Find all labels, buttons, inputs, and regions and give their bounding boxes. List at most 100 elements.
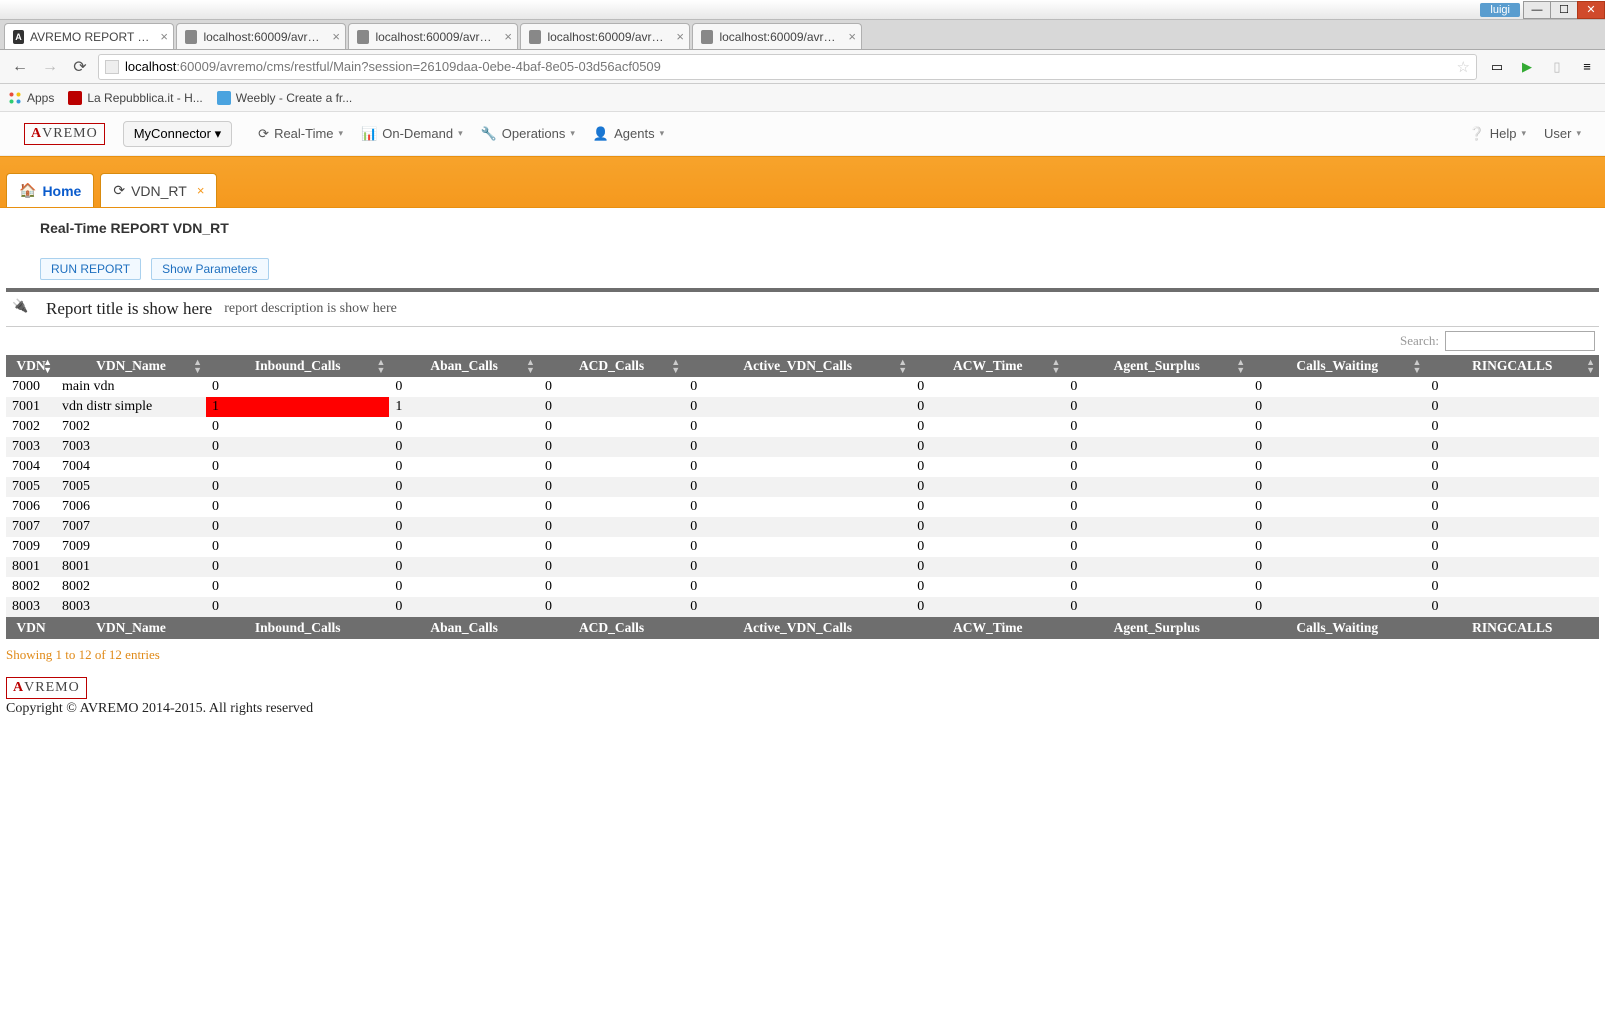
forward-button[interactable]: →: [38, 55, 62, 79]
menu-realtime[interactable]: ⟳Real-Time▾: [258, 126, 343, 142]
page-tabbar: 🏠Home ⟳VDN_RT×: [0, 156, 1605, 208]
column-footer: Agent_Surplus: [1064, 617, 1249, 639]
search-input[interactable]: [1445, 331, 1595, 351]
apps-button[interactable]: Apps: [8, 91, 54, 105]
column-header[interactable]: Inbound_Calls▲▼: [206, 355, 389, 377]
cell-active: 0: [684, 597, 911, 617]
cell-active: 0: [684, 537, 911, 557]
column-header[interactable]: ACD_Calls▲▼: [539, 355, 684, 377]
show-parameters-button[interactable]: Show Parameters: [151, 258, 268, 280]
address-bar[interactable]: localhost:60009/avremo/cms/restful/Main?…: [98, 54, 1477, 80]
bookmark-label: Weebly - Create a fr...: [236, 91, 353, 105]
bookmark-star-icon[interactable]: ☆: [1457, 58, 1470, 76]
window-close-button[interactable]: ✕: [1577, 1, 1605, 19]
column-header[interactable]: Active_VDN_Calls▲▼: [684, 355, 911, 377]
extension-icon[interactable]: ▭: [1487, 57, 1507, 77]
cell-vdn: 7004: [6, 457, 56, 477]
run-report-button[interactable]: RUN REPORT: [40, 258, 141, 280]
window-minimize-button[interactable]: —: [1523, 1, 1551, 19]
cell-surplus: 0: [1064, 557, 1249, 577]
main-menu: ⟳Real-Time▾ 📊On-Demand▾ 🔧Operations▾ 👤Ag…: [258, 126, 664, 142]
back-button[interactable]: ←: [8, 55, 32, 79]
refresh-icon: ⟳: [113, 182, 125, 199]
table-row: 7004700400000000: [6, 457, 1599, 477]
table-row: 7000main vdn00000000: [6, 377, 1599, 397]
browser-tab[interactable]: localhost:60009/avremo/c ×: [176, 23, 346, 49]
cell-active: 0: [684, 517, 911, 537]
bookmark-item[interactable]: Weebly - Create a fr...: [217, 91, 353, 105]
column-header[interactable]: ACW_Time▲▼: [911, 355, 1064, 377]
close-icon[interactable]: ×: [332, 29, 340, 44]
column-footer: VDN: [6, 617, 56, 639]
cell-surplus: 0: [1064, 597, 1249, 617]
column-header[interactable]: Aban_Calls▲▼: [389, 355, 539, 377]
report-table: VDN▲▼VDN_Name▲▼Inbound_Calls▲▼Aban_Calls…: [6, 355, 1599, 639]
menu-agents[interactable]: 👤Agents▾: [593, 126, 664, 142]
cell-name: 7002: [56, 417, 206, 437]
table-row: 7009700900000000: [6, 537, 1599, 557]
browser-tab[interactable]: localhost:60009/avremo/c ×: [520, 23, 690, 49]
browser-tab[interactable]: localhost:60009/avremo/c ×: [348, 23, 518, 49]
browser-tab[interactable]: localhost:60009/avremo/c ×: [692, 23, 862, 49]
window-maximize-button[interactable]: ☐: [1550, 1, 1578, 19]
extension-icon[interactable]: ▯: [1547, 57, 1567, 77]
cell-inbound: 0: [206, 457, 389, 477]
cell-name: 7006: [56, 497, 206, 517]
column-footer: Calls_Waiting: [1249, 617, 1425, 639]
cell-aban: 0: [389, 517, 539, 537]
cell-acw: 0: [911, 577, 1064, 597]
tab-title: localhost:60009/avremo/c: [203, 30, 325, 44]
menu-operations[interactable]: 🔧Operations▾: [481, 126, 575, 142]
cell-ring: 0: [1425, 417, 1599, 437]
cell-acd: 0: [539, 397, 684, 417]
report-title: Report title is show here: [46, 299, 212, 319]
cell-wait: 0: [1249, 457, 1425, 477]
tab-vdn-rt[interactable]: ⟳VDN_RT×: [100, 173, 217, 207]
cell-ring: 0: [1425, 397, 1599, 417]
cell-wait: 0: [1249, 417, 1425, 437]
column-footer: VDN_Name: [56, 617, 206, 639]
column-header[interactable]: Calls_Waiting▲▼: [1249, 355, 1425, 377]
cell-acd: 0: [539, 517, 684, 537]
column-header[interactable]: Agent_Surplus▲▼: [1064, 355, 1249, 377]
column-header[interactable]: VDN▲▼: [6, 355, 56, 377]
cell-name: 7005: [56, 477, 206, 497]
sort-icon: ▲▼: [193, 358, 202, 374]
cell-aban: 0: [389, 597, 539, 617]
cell-name: 7009: [56, 537, 206, 557]
close-icon[interactable]: ×: [848, 29, 856, 44]
table-row: 8003800300000000: [6, 597, 1599, 617]
extension-play-icon[interactable]: ▶: [1517, 57, 1537, 77]
close-icon[interactable]: ×: [504, 29, 512, 44]
cell-acw: 0: [911, 477, 1064, 497]
browser-tabstrip: A AVREMO REPORT EXPLOR × localhost:60009…: [0, 20, 1605, 50]
bookmark-item[interactable]: La Repubblica.it - H...: [68, 91, 202, 105]
tab-home[interactable]: 🏠Home: [6, 173, 94, 207]
close-icon[interactable]: ×: [160, 29, 168, 44]
column-label: Agent_Surplus: [1114, 358, 1200, 373]
cell-acd: 0: [539, 477, 684, 497]
close-icon[interactable]: ×: [197, 183, 205, 198]
apps-grid-icon: [8, 91, 22, 105]
cell-ring: 0: [1425, 437, 1599, 457]
connector-selector[interactable]: MyConnector ▾: [123, 121, 232, 147]
reload-button[interactable]: ⟳: [68, 55, 92, 79]
cell-acd: 0: [539, 537, 684, 557]
cell-vdn: 7003: [6, 437, 56, 457]
cell-vdn: 8002: [6, 577, 56, 597]
cell-acw: 0: [911, 437, 1064, 457]
browser-tab[interactable]: A AVREMO REPORT EXPLOR ×: [4, 23, 174, 49]
cell-acd: 0: [539, 577, 684, 597]
menu-user[interactable]: User▾: [1544, 126, 1581, 142]
bookmarks-bar: Apps La Repubblica.it - H... Weebly - Cr…: [0, 84, 1605, 112]
menu-label: Real-Time: [274, 126, 333, 141]
cell-acw: 0: [911, 517, 1064, 537]
column-header[interactable]: VDN_Name▲▼: [56, 355, 206, 377]
close-icon[interactable]: ×: [676, 29, 684, 44]
column-header[interactable]: RINGCALLS▲▼: [1425, 355, 1599, 377]
chrome-menu-icon[interactable]: ≡: [1577, 57, 1597, 77]
cell-inbound: 0: [206, 417, 389, 437]
help-icon: ❔: [1469, 126, 1485, 142]
menu-help[interactable]: ❔Help▾: [1469, 126, 1526, 142]
menu-ondemand[interactable]: 📊On-Demand▾: [361, 126, 463, 142]
